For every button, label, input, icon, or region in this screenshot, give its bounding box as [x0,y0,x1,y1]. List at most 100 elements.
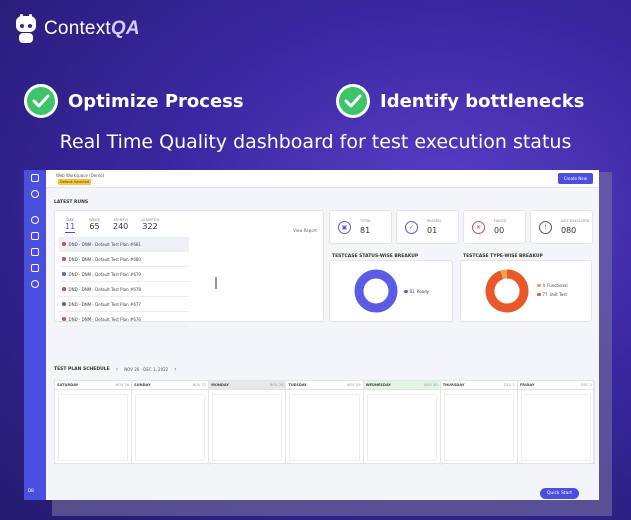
prev-week-icon[interactable]: ‹ [116,366,118,373]
day-name: FRIDAY [519,383,535,387]
day-slot[interactable] [58,394,129,461]
legend-item: 4 Functional [537,283,568,288]
status-dot [62,242,66,246]
type-breakup-card: TESTCASE TYPE-WISE BREAKUP 4 Functional … [460,254,592,322]
day-slot[interactable] [443,394,514,461]
run-list-item[interactable]: DND - DNM - Default Test Plan #677 [59,297,189,312]
calendar-day-friday[interactable]: FRIDAY DEC 2 [517,381,595,465]
day-date: DEC 1 [503,383,515,387]
run-label: DND - DNM - Default Test Plan #681 [68,241,141,247]
run-list-item[interactable]: DND - DNM - Default Test Plan #681 [59,237,189,252]
status-breakup-card: TESTCASE STATUS-WISE BREAKUP 81 Ready [329,254,453,322]
legend-item: 77 Unit Test [537,292,567,297]
tab-quarter[interactable]: QUARTER 322 [141,217,159,231]
stat-card-total: ▣ TOTAL 81 [329,210,392,244]
feature-label: Identify bottlenecks [380,90,585,112]
stat-label: NOT EXECUTED [561,219,590,223]
donut-slice[interactable] [485,269,529,313]
status-dot [62,272,66,276]
topbar: Web Workspace (Demo) Default Selected Cr… [46,170,599,188]
workspace-tag: Default Selected [58,179,92,185]
schedule-header: TEST PLAN SCHEDULE ‹ NOV 26 - DEC 3, 202… [54,366,177,373]
workspace-selector[interactable]: Web Workspace (Demo) [56,173,104,178]
status-dot [62,302,66,306]
check-icon [336,84,370,118]
run-list-item[interactable]: DND - DNM - Default Test Plan #680 [59,252,189,267]
day-slot[interactable] [520,394,591,461]
day-name: SATURDAY [57,383,79,387]
run-label: DND - DNM - Default Test Plan #679 [68,271,141,277]
check-icon [24,84,58,118]
stat-label: FAILED [494,219,507,223]
headline: Real Time Quality dashboard for test exe… [59,131,572,153]
brand-name: ContextQA [44,18,140,39]
status-dot [62,317,66,321]
run-list: DND - DNM - Default Test Plan #681 DND - … [59,237,189,327]
day-date: NOV 30 [424,383,438,387]
status-dot [62,257,66,261]
monitor-icon[interactable] [31,264,39,272]
schedule-calendar: SATURDAY NOV 26 SUNDAY NOV 27 MONDAY NOV 28 TU… [54,380,595,465]
calendar-day-saturday[interactable]: SATURDAY NOV 26 [55,381,133,465]
status-breakup-title: TESTCASE STATUS-WISE BREAKUP [332,254,419,259]
day-date: DEC 2 [581,383,592,387]
type-breakup-title: TESTCASE TYPE-WISE BREAKUP [463,254,543,259]
app-icon[interactable] [31,174,39,182]
brand-logo: ContextQA [12,14,140,44]
edit-icon[interactable] [31,232,39,240]
day-slot[interactable] [212,394,283,461]
folder-icon[interactable] [31,248,39,256]
tab-month[interactable]: MONTH 240 [113,217,128,231]
run-label: DND - DNM - Default Test Plan #678 [68,286,141,292]
next-week-icon[interactable]: › [174,366,176,373]
robot-icon [12,14,40,44]
scrollbar[interactable] [215,277,217,289]
run-list-item[interactable]: DND - DNM - Default Test Plan #679 [59,267,189,282]
day-slot[interactable] [289,394,360,461]
day-date: NOV 26 [115,383,130,387]
donut-slice[interactable] [354,269,398,313]
run-label: DND - DNM - Default Test Plan #677 [68,301,141,307]
status-dot [62,287,66,291]
type-donut-chart [485,269,529,313]
settings-icon[interactable] [31,280,39,288]
dashboard-icon[interactable] [31,216,39,224]
grid-icon: ▣ [338,221,351,234]
feature-optimize: Optimize Process [24,84,244,118]
alert-icon: ! [539,221,552,234]
add-icon[interactable] [31,190,39,198]
calendar-day-tuesday[interactable]: TUESDAY NOV 29 [286,381,364,465]
stat-card-passed: ✓ PASSED 01 [396,210,459,244]
status-donut-chart [354,269,398,313]
run-list-item[interactable]: DND - DNM - Default Test Plan #676 [59,312,189,327]
latest-runs-card: DAY 11 WEEK 65 MONTH 240 QUARTER 322 View Re… [54,210,324,327]
day-name: MONDAY [211,383,229,387]
dashboard-screenshot: DB Web Workspace (Demo) Default Selected… [24,170,599,500]
calendar-day-wednesday[interactable]: WEDNESDAY NOV 30 [363,381,441,465]
calendar-day-thursday[interactable]: THURSDAY DEC 1 [440,381,518,465]
donut-slice[interactable] [500,269,508,280]
tab-day[interactable]: DAY 11 [65,217,76,233]
stat-value: 00 [494,226,505,235]
quick-start-button[interactable]: Quick Start [539,488,579,499]
calendar-day-monday[interactable]: MONDAY NOV 28 [209,381,287,465]
day-date: NOV 28 [269,383,284,387]
run-label: DND - DNM - Default Test Plan #676 [68,316,141,322]
day-name: TUESDAY [288,383,307,387]
day-name: THURSDAY [442,383,465,387]
sidebar: DB [24,170,46,500]
day-date: NOV 29 [346,383,361,387]
check-circle-icon: ✓ [405,221,418,234]
legend-item: 81 Ready [404,289,429,294]
stat-value: 080 [561,226,577,235]
latest-runs-title: LATEST RUNS [54,200,89,205]
day-slot[interactable] [366,394,437,461]
run-list-item[interactable]: DND - DNM - Default Test Plan #678 [59,282,189,297]
stat-label: TOTAL [360,219,372,223]
calendar-day-sunday[interactable]: SUNDAY NOV 27 [132,381,210,465]
tab-week[interactable]: WEEK 65 [89,217,100,231]
day-slot[interactable] [135,394,206,461]
view-report-link[interactable]: View Report [293,228,317,233]
stat-card-not-executed: ! NOT EXECUTED 080 [530,210,593,244]
create-new-button[interactable]: Create New [557,173,593,184]
